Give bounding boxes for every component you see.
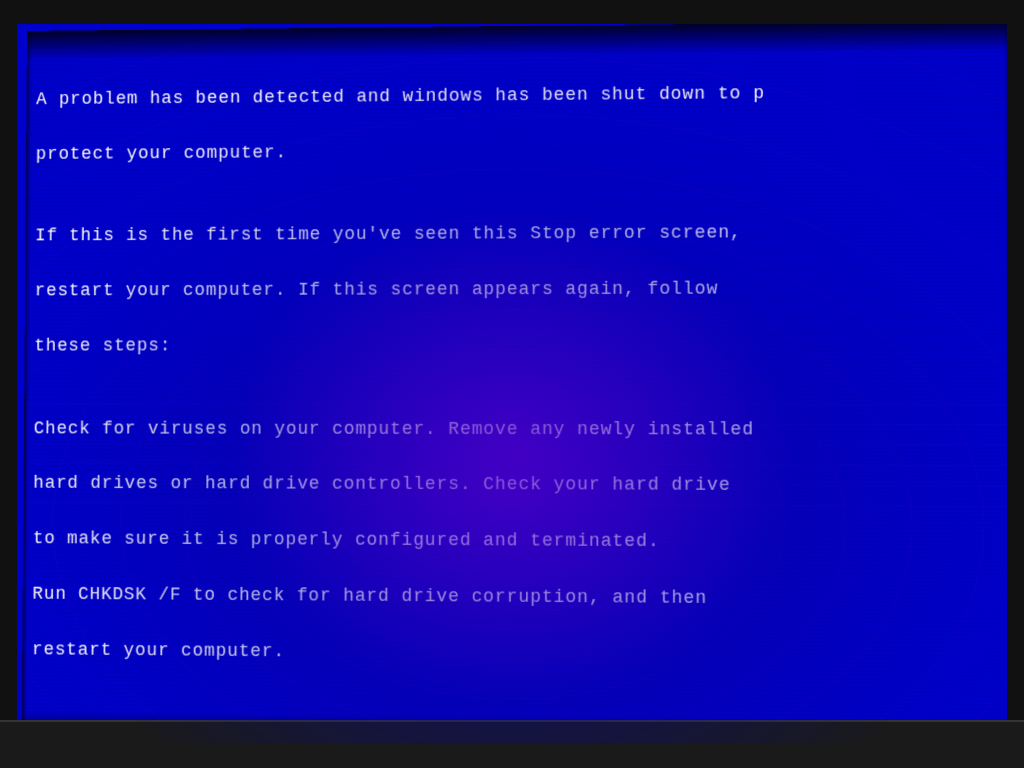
bsod-line4: If this is the first time you've seen th… <box>35 219 992 251</box>
screen-inner: A problem has been detected and windows … <box>22 24 1007 744</box>
bsod-line2: protect your computer. <box>36 135 992 169</box>
bsod-line8: Check for viruses on your computer. Remo… <box>34 416 994 445</box>
bsod-line10: to make sure it is properly configured a… <box>33 526 995 558</box>
bsod-line9: hard drives or hard drive controllers. C… <box>33 471 994 502</box>
bsod-line6: these steps: <box>34 332 993 361</box>
bsod-text: A problem has been detected and windows … <box>22 24 1007 744</box>
monitor-frame: A problem has been detected and windows … <box>0 0 1024 768</box>
monitor-bottom-bezel <box>0 720 1024 768</box>
bsod-line11: Run CHKDSK /F to check for hard drive co… <box>32 582 995 616</box>
bsod-screen: A problem has been detected and windows … <box>17 24 1007 744</box>
bsod-line1: A problem has been detected and windows … <box>36 79 992 115</box>
bsod-line12: restart your computer. <box>32 637 995 673</box>
bsod-line5: restart your computer. If this screen ap… <box>35 276 993 306</box>
